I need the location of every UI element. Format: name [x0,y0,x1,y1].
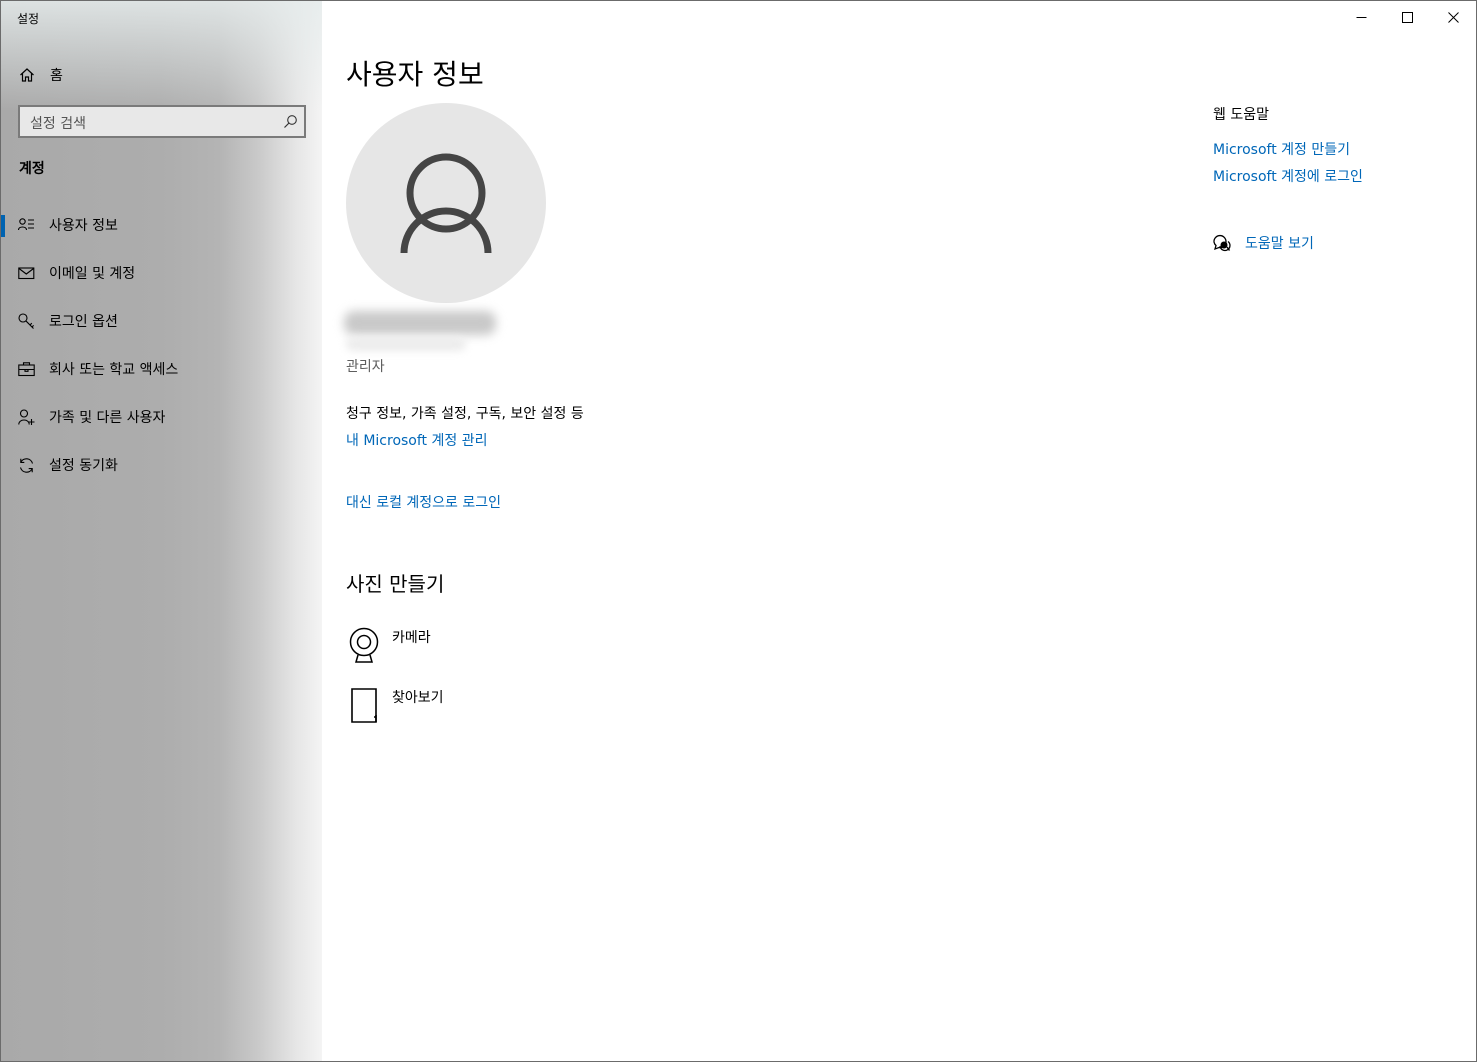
maximize-button[interactable] [1384,1,1430,33]
get-help-link[interactable]: 도움말 보기 [1213,231,1413,255]
briefcase-icon [18,361,35,378]
photo-section-title: 사진 만들기 [346,572,445,596]
sidebar-item-label: 회사 또는 학교 액세스 [49,362,179,378]
sidebar-item-email[interactable]: 이메일 및 계정 [1,253,322,293]
browse-icon [346,687,382,727]
sync-icon [18,457,35,474]
search-placeholder: 설정 검색 [30,116,86,132]
minimize-icon [1356,8,1367,27]
sidebar-item-label: 설정 동기화 [49,458,118,474]
section-title: 계정 [19,161,45,177]
user-silhouette-icon [400,153,492,254]
sidebar: 설정 홈 설정 검색 계정 사용자 정보 이메일 및 계정 로그인 옵션 회사 … [1,1,322,1061]
sidebar-item-work-school[interactable]: 회사 또는 학교 액세스 [1,349,322,389]
nav-home-label: 홈 [50,68,63,84]
sidebar-item-signin-options[interactable]: 로그인 옵션 [1,301,322,341]
sidebar-item-label: 가족 및 다른 사용자 [49,410,166,426]
minimize-button[interactable] [1338,1,1384,33]
person-add-icon [18,409,35,426]
selected-indicator [1,215,5,237]
browse-option[interactable]: 찾아보기 [346,687,646,737]
account-role: 관리자 [346,359,385,375]
redacted-account-name [342,307,502,355]
browse-label: 찾아보기 [392,690,444,706]
sidebar-item-family[interactable]: 가족 및 다른 사용자 [1,397,322,437]
sidebar-item-label: 이메일 및 계정 [49,266,136,282]
local-login-link[interactable]: 대신 로컬 계정으로 로그인 [346,492,501,512]
sidebar-item-label: 로그인 옵션 [49,314,118,330]
sidebar-item-label: 사용자 정보 [49,218,118,234]
help-chat-icon [1213,234,1231,252]
camera-label: 카메라 [392,630,431,646]
sidebar-item-sync[interactable]: 설정 동기화 [1,445,322,485]
account-description: 청구 정보, 가족 설정, 구독, 보안 설정 등 [346,406,584,422]
close-button[interactable] [1430,1,1476,33]
home-icon [19,67,35,83]
maximize-icon [1401,8,1413,27]
window-title: 설정 [17,12,40,26]
user-info-icon [17,217,35,234]
signin-account-link[interactable]: Microsoft 계정에 로그인 [1213,166,1363,186]
create-account-link[interactable]: Microsoft 계정 만들기 [1213,139,1350,159]
search-input[interactable]: 설정 검색 [18,105,306,138]
sidebar-item-user-info[interactable]: 사용자 정보 [1,205,322,245]
avatar [346,103,546,303]
mail-icon [18,265,35,282]
help-title: 웹 도움말 [1213,107,1269,123]
nav-home[interactable]: 홈 [1,59,322,91]
close-icon [1447,8,1459,27]
camera-option[interactable]: 카메라 [346,627,646,677]
main-content: 사용자 정보 관리자 청구 정보, 가족 설정, 구독, 보안 설정 등 내 M… [322,1,1476,1061]
camera-icon [346,627,382,667]
key-icon [18,313,35,330]
manage-account-link[interactable]: 내 Microsoft 계정 관리 [346,430,487,450]
settings-window: 설정 홈 설정 검색 계정 사용자 정보 이메일 및 계정 로그인 옵션 회사 … [0,0,1477,1062]
search-icon[interactable] [283,114,298,129]
page-title: 사용자 정보 [346,58,484,91]
get-help-label: 도움말 보기 [1245,236,1314,252]
